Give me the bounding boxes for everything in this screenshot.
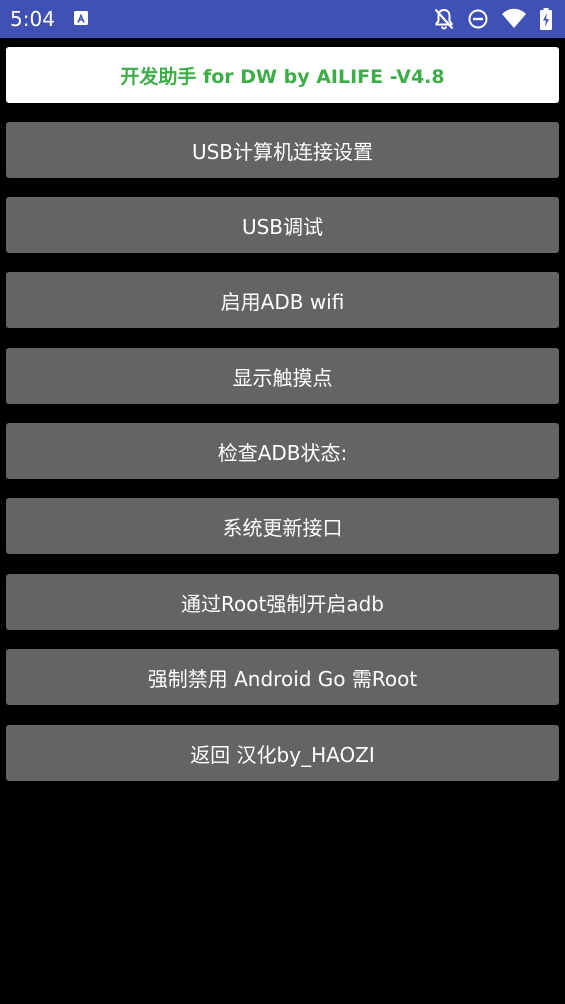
usb-connection-settings-button[interactable]: USB计算机连接设置 [6,122,559,178]
root-force-adb-button[interactable]: 通过Root强制开启adb [6,574,559,630]
back-button[interactable]: 返回 汉化by_HAOZI [6,725,559,781]
status-icons [433,7,553,31]
bell-off-icon [433,7,455,31]
a-font-icon [73,10,89,26]
button-label: 系统更新接口 [222,515,343,540]
usb-debugging-button[interactable]: USB调试 [6,197,559,253]
check-adb-status-button[interactable]: 检查ADB状态: [6,423,559,479]
button-label: 强制禁用 Android Go 需Root [147,666,418,691]
wifi-icon [501,7,527,31]
status-time: 5:04 [10,7,55,31]
button-label: USB调试 [241,214,324,239]
button-label: USB计算机连接设置 [191,139,374,164]
button-label: 检查ADB状态: [217,440,348,465]
do-not-disturb-icon [467,7,489,31]
disable-android-go-button[interactable]: 强制禁用 Android Go 需Root [6,649,559,705]
button-label: 通过Root强制开启adb [181,591,384,616]
enable-adb-wifi-button[interactable]: 启用ADB wifi [6,272,559,328]
show-touches-button[interactable]: 显示触摸点 [6,348,559,404]
status-bar: 5:04 [0,0,565,38]
button-label: 启用ADB wifi [220,289,345,314]
app-title-box: 开发助手 for DW by AILIFE -V4.8 [6,47,559,103]
system-update-button[interactable]: 系统更新接口 [6,498,559,554]
button-label: 显示触摸点 [232,365,333,390]
button-label: 返回 汉化by_HAOZI [190,742,375,767]
battery-charging-icon [539,7,553,31]
app-title: 开发助手 for DW by AILIFE -V4.8 [120,65,445,88]
